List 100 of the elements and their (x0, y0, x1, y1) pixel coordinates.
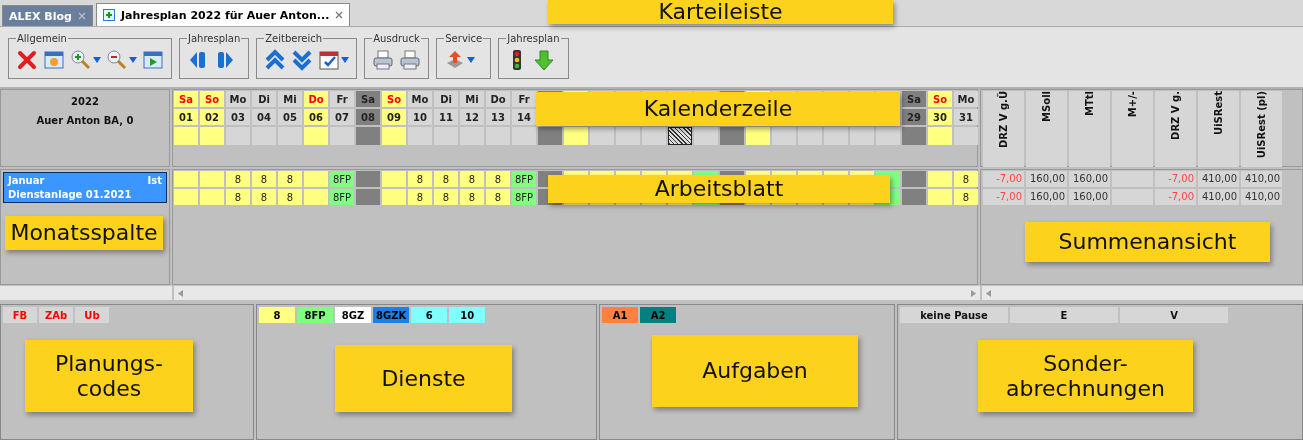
tab[interactable]: ALEX Blog (2, 5, 93, 26)
group-label: Ausdruck (372, 33, 421, 44)
plan-cell[interactable]: 8FP (512, 171, 536, 187)
annotation-label: Dienste (335, 345, 512, 412)
callout-tooltip: Arbeitsblatt (548, 175, 890, 203)
weekday-cell: Sa (902, 91, 926, 107)
weekday-cell: Mo (226, 91, 250, 107)
column-header: MSoll (1026, 91, 1067, 167)
group-label: Jahresplan (506, 33, 561, 44)
sum-cell: 160,00 (1069, 189, 1110, 205)
weekday-cell: Sa (174, 91, 198, 107)
service-chip[interactable]: 8GZ (335, 307, 371, 323)
group-label: Zeitbereich (264, 33, 324, 44)
date-cell: 13 (486, 109, 510, 125)
sum-cell: 410,00 (1198, 171, 1239, 187)
plan-cell[interactable]: 8 (408, 171, 432, 187)
annotation-label: Monatsspalte (5, 216, 163, 250)
weekday-cell: Di (434, 91, 458, 107)
date-cell: 31 (954, 109, 978, 125)
plan-cell[interactable]: 8 (486, 189, 510, 205)
sum-cell: 160,00 (1026, 189, 1067, 205)
column-header: DRZ V g.Ü (983, 91, 1024, 167)
sum-cell: -7,00 (1155, 189, 1196, 205)
date-cell: 14 (512, 109, 536, 125)
sum-cell: 410,00 (1241, 171, 1282, 187)
annotation-label: Sonder-abrechnungen (978, 340, 1193, 412)
service-chip[interactable]: 6 (411, 307, 448, 323)
plan-cell[interactable]: 8 (434, 171, 458, 187)
column-header: UiSRest (pl) (1241, 91, 1282, 167)
plan-cell[interactable]: 8FP (330, 189, 354, 205)
weekday-cell: Mo (954, 91, 978, 107)
date-cell: 12 (460, 109, 484, 125)
column-header: M+/- (1112, 91, 1153, 167)
sum-cell: -7,00 (983, 171, 1024, 187)
weekday-cell: So (928, 91, 952, 107)
group-label: Jahresplan (187, 33, 242, 44)
date-cell: 02 (200, 109, 224, 125)
task-chip[interactable]: A1 (602, 307, 638, 323)
annotation-label: Summenansicht (1025, 222, 1270, 262)
column-header: UiSRest (1198, 91, 1239, 167)
date-cell: 29 (902, 109, 926, 125)
weekday-cell: Do (304, 91, 328, 107)
weekday-cell: Mo (408, 91, 432, 107)
plan-cell[interactable]: 8 (954, 189, 978, 205)
plan-cell[interactable]: 8FP (330, 171, 354, 187)
date-cell: 05 (278, 109, 302, 125)
date-cell: 08 (356, 109, 380, 125)
plan-cell[interactable]: 8FP (512, 189, 536, 205)
column-header: MTtl (1069, 91, 1110, 167)
sum-cell: -7,00 (1155, 171, 1196, 187)
date-cell: 11 (434, 109, 458, 125)
date-cell: 30 (928, 109, 952, 125)
plan-cell[interactable]: 8 (278, 189, 302, 205)
plan-cell[interactable]: 8 (460, 189, 484, 205)
weekday-cell: Di (252, 91, 276, 107)
date-cell: 01 (174, 109, 198, 125)
weekday-cell: So (200, 91, 224, 107)
sum-cell: 160,00 (1026, 171, 1067, 187)
special-account[interactable]: keine Pause (900, 307, 1008, 323)
date-cell: 10 (408, 109, 432, 125)
service-chip[interactable]: 8GZK (373, 307, 410, 323)
year-label: 2022 (71, 96, 99, 107)
sum-cell: 410,00 (1241, 189, 1282, 205)
sum-cell: -7,00 (983, 189, 1024, 205)
plan-cell[interactable]: 8 (226, 189, 250, 205)
weekday-cell: Do (486, 91, 510, 107)
sum-cell: 160,00 (1069, 171, 1110, 187)
plan-cell[interactable]: 8 (486, 171, 510, 187)
plan-cell[interactable]: 8 (226, 171, 250, 187)
service-chip[interactable]: 8FP (297, 307, 333, 323)
special-account[interactable]: E (1010, 307, 1118, 323)
plan-cell[interactable]: 8 (460, 171, 484, 187)
plan-cell[interactable]: 8 (278, 171, 302, 187)
column-header: DRZ V g. (1155, 91, 1196, 167)
special-account[interactable]: V (1120, 307, 1228, 323)
plan-cell[interactable]: 8 (252, 189, 276, 205)
annotation-label: Aufgaben (652, 335, 858, 407)
weekday-cell: So (382, 91, 406, 107)
date-cell: 07 (330, 109, 354, 125)
tab[interactable]: Jahresplan 2022 für Auer Anton... (95, 3, 351, 26)
annotation-label: Planungs-codes (25, 340, 193, 412)
plan-cell[interactable]: 8 (954, 171, 978, 187)
weekday-cell: Fr (512, 91, 536, 107)
task-chip[interactable]: A2 (640, 307, 676, 323)
callout-tooltip: Kalenderzeile (536, 92, 900, 126)
plan-cell[interactable]: 8 (252, 171, 276, 187)
date-cell: 04 (252, 109, 276, 125)
weekday-cell: Sa (356, 91, 380, 107)
group-label: Allgemein (16, 33, 68, 44)
weekday-cell: Mi (460, 91, 484, 107)
weekday-cell: Mi (278, 91, 302, 107)
service-chip[interactable]: 8 (259, 307, 295, 323)
plan-cell[interactable]: 8 (434, 189, 458, 205)
weekday-cell: Fr (330, 91, 354, 107)
sum-cell: 410,00 (1198, 189, 1239, 205)
date-cell: 06 (304, 109, 328, 125)
employee-name: Auer Anton BA, 0 (36, 115, 134, 126)
service-chip[interactable]: 10 (449, 307, 486, 323)
plan-cell[interactable]: 8 (408, 189, 432, 205)
date-cell: 09 (382, 109, 406, 125)
